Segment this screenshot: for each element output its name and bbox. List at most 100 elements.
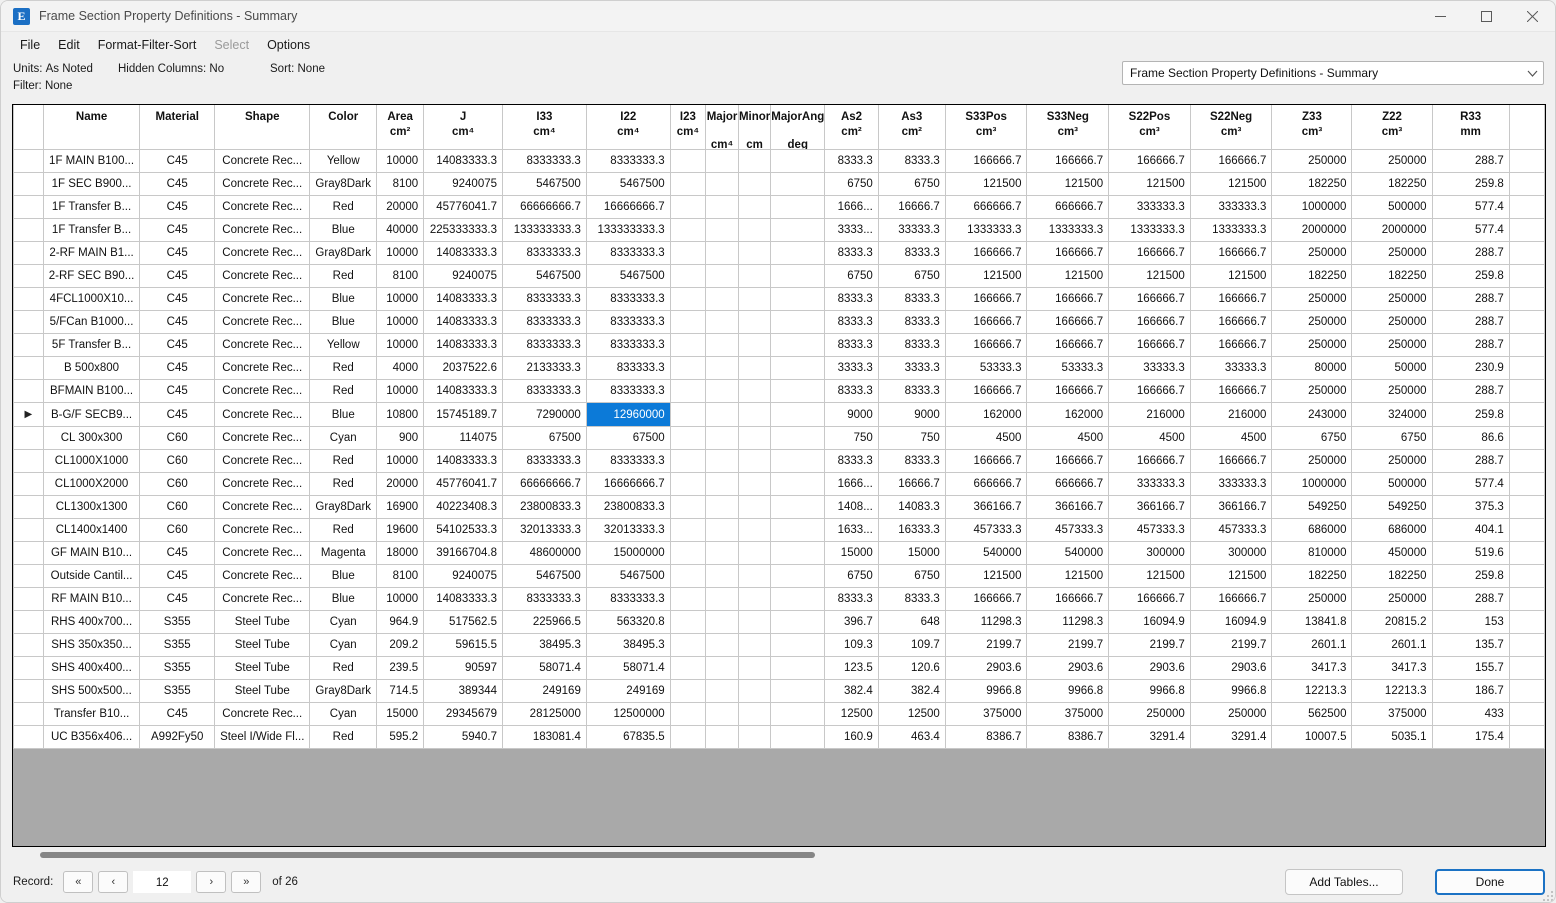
table-cell[interactable]: 29345679 [423, 702, 504, 726]
table-cell[interactable] [1508, 472, 1545, 496]
table-cell[interactable]: 2903.6 [1108, 656, 1191, 680]
table-cell[interactable] [1508, 402, 1545, 427]
table-cell[interactable] [669, 287, 707, 311]
table-cell[interactable]: 333333.3 [1189, 195, 1273, 219]
table-cell[interactable]: 10000 [376, 379, 425, 403]
table-cell[interactable] [669, 702, 707, 726]
table-select-dropdown[interactable]: Frame Section Property Definitions - Sum… [1122, 61, 1544, 85]
table-row[interactable]: CL 300x300 C60 Concrete Rec... Cyan 900 11407… [13, 426, 1545, 450]
table-cell[interactable]: 20000 [376, 472, 425, 496]
table-cell[interactable]: 2903.6 [944, 656, 1028, 680]
table-cell[interactable]: 8333.3 [877, 149, 946, 173]
table-cell[interactable]: 250000 [1271, 449, 1353, 473]
table-cell[interactable]: 10000 [376, 149, 425, 173]
table-cell[interactable]: 40000 [376, 218, 425, 242]
table-cell[interactable]: 250000 [1351, 149, 1433, 173]
table-row[interactable]: GF MAIN B10... C45 Concrete Rec... Magenta 1… [13, 541, 1545, 565]
table-cell[interactable]: 8100 [376, 264, 425, 288]
table-cell[interactable]: 8386.7 [944, 725, 1028, 749]
table-cell[interactable]: 12213.3 [1271, 679, 1353, 703]
row-marker-cell[interactable] [13, 172, 44, 196]
table-cell[interactable]: 648 [877, 610, 946, 634]
table-cell[interactable]: 166666.7 [1189, 333, 1273, 357]
table-cell[interactable]: Gray8Dark [309, 679, 378, 703]
table-cell[interactable]: 209.2 [376, 633, 425, 657]
table-cell[interactable] [1508, 172, 1545, 196]
table-cell[interactable] [770, 518, 826, 542]
table-cell[interactable] [1508, 333, 1545, 357]
table-cell[interactable] [737, 264, 772, 288]
horizontal-scrollbar-thumb[interactable] [40, 852, 815, 858]
table-cell[interactable]: 38495.3 [585, 633, 671, 657]
row-marker-cell[interactable] [13, 564, 44, 588]
table-cell[interactable]: 59615.5 [423, 633, 504, 657]
table-cell[interactable] [770, 264, 826, 288]
table-cell[interactable]: Concrete Rec... [214, 379, 311, 403]
table-cell[interactable] [1508, 195, 1545, 219]
table-cell[interactable]: Blue [309, 564, 378, 588]
table-cell[interactable]: 714.5 [376, 679, 425, 703]
row-marker-cell[interactable] [13, 633, 44, 657]
table-cell[interactable]: Blue [309, 218, 378, 242]
column-header-majorang[interactable]: MajorAng deg [770, 105, 826, 150]
column-header-area[interactable]: Area cm² [376, 105, 425, 150]
table-cell[interactable]: 250000 [1271, 287, 1353, 311]
table-cell[interactable]: BFMAIN B100... [42, 379, 141, 403]
table-cell[interactable]: 8100 [376, 172, 425, 196]
table-cell[interactable]: Concrete Rec... [214, 449, 311, 473]
table-cell[interactable]: 28125000 [502, 702, 587, 726]
table-cell[interactable]: 162000 [1026, 402, 1110, 427]
table-cell[interactable]: 259.8 [1431, 564, 1510, 588]
row-marker-cell[interactable] [13, 725, 44, 749]
table-row[interactable]: SHS 400x400... S355 Steel Tube Red 239.5 9059… [13, 656, 1545, 680]
table-cell[interactable]: GF MAIN B10... [42, 541, 141, 565]
table-cell[interactable] [669, 449, 707, 473]
table-cell[interactable] [669, 495, 707, 519]
table-cell[interactable]: 288.7 [1431, 379, 1510, 403]
table-cell[interactable]: 32013333.3 [502, 518, 587, 542]
table-cell[interactable]: 32013333.3 [585, 518, 671, 542]
table-cell[interactable]: 182250 [1351, 264, 1433, 288]
table-cell[interactable]: B 500x800 [42, 356, 141, 380]
table-cell[interactable]: 1666... [824, 195, 879, 219]
table-row[interactable]: 1F SEC B900... C45 Concrete Rec... Gray8Dar… [13, 172, 1545, 196]
table-cell[interactable] [737, 518, 772, 542]
previous-record-button[interactable]: ‹ [98, 871, 129, 893]
table-cell[interactable]: CL 300x300 [42, 426, 141, 450]
table-cell[interactable]: 8333.3 [824, 310, 879, 334]
table-cell[interactable]: 249169 [585, 679, 671, 703]
row-marker-cell[interactable]: ▶ [13, 402, 44, 427]
table-cell[interactable]: 182250 [1271, 264, 1353, 288]
table-cell[interactable]: 109.3 [824, 633, 879, 657]
table-cell[interactable]: Concrete Rec... [214, 702, 311, 726]
table-cell[interactable]: 15745189.7 [423, 402, 504, 427]
table-cell[interactable]: 10000 [376, 587, 425, 611]
table-cell[interactable]: 4FCL1000X10... [42, 287, 141, 311]
table-cell[interactable]: 366166.7 [1108, 495, 1191, 519]
table-cell[interactable]: 1408... [824, 495, 879, 519]
table-cell[interactable]: 8333.3 [824, 587, 879, 611]
table-cell[interactable]: 13841.8 [1271, 610, 1353, 634]
table-cell[interactable]: 8333.3 [824, 287, 879, 311]
table-cell[interactable] [705, 356, 739, 380]
table-cell[interactable]: C45 [139, 241, 216, 265]
table-cell[interactable]: 12500 [877, 702, 946, 726]
table-cell[interactable]: 14083333.3 [423, 333, 504, 357]
row-marker-cell[interactable] [13, 449, 44, 473]
table-cell[interactable]: 14083333.3 [423, 310, 504, 334]
table-cell[interactable]: 216000 [1108, 402, 1191, 427]
table-cell[interactable]: 18000 [376, 541, 425, 565]
table-cell[interactable]: 249169 [502, 679, 587, 703]
table-cell[interactable] [669, 587, 707, 611]
table-cell[interactable] [737, 379, 772, 403]
table-cell[interactable]: 16666666.7 [585, 472, 671, 496]
table-cell[interactable]: 14083333.3 [423, 287, 504, 311]
table-cell[interactable]: 666666.7 [1026, 472, 1110, 496]
table-cell[interactable] [705, 402, 739, 427]
table-row[interactable]: 5F Transfer B... C45 Concrete Rec... Yellow… [13, 333, 1545, 357]
table-cell[interactable]: 540000 [1026, 541, 1110, 565]
table-cell[interactable]: C60 [139, 518, 216, 542]
table-cell[interactable] [1508, 426, 1545, 450]
table-cell[interactable]: 2199.7 [944, 633, 1028, 657]
close-icon[interactable] [1509, 1, 1555, 32]
